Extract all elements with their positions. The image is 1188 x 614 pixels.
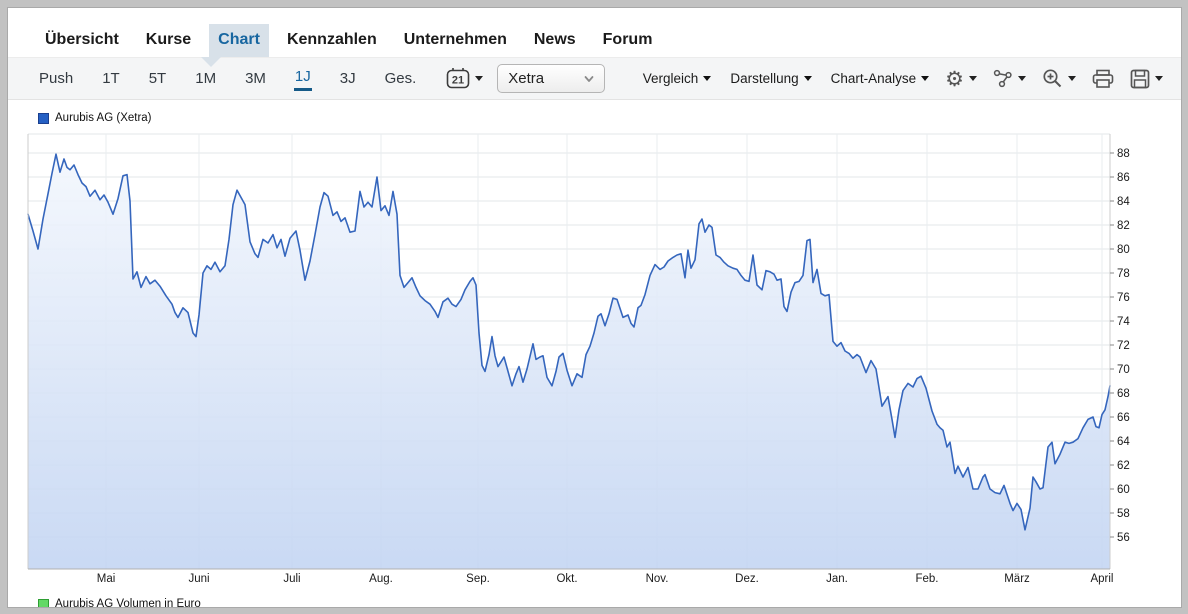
chevron-down-icon	[1155, 76, 1163, 81]
calendar-21-icon: 21	[446, 67, 470, 90]
svg-text:68: 68	[1117, 388, 1130, 400]
svg-text:64: 64	[1117, 436, 1130, 448]
svg-text:60: 60	[1117, 484, 1130, 496]
svg-text:84: 84	[1117, 196, 1130, 208]
svg-text:Juli: Juli	[283, 573, 300, 585]
date-picker-button[interactable]: 21	[446, 67, 483, 90]
tab-forum[interactable]: Forum	[594, 24, 662, 57]
tab-kurse[interactable]: Kurse	[137, 24, 200, 57]
chevron-down-icon	[1018, 76, 1026, 81]
chevron-down-icon	[582, 72, 596, 86]
save-button[interactable]	[1130, 69, 1163, 89]
tab-uebersicht[interactable]: Übersicht	[36, 24, 128, 57]
menu-chart-analyse[interactable]: Chart-Analyse	[831, 71, 930, 86]
svg-text:82: 82	[1117, 220, 1130, 232]
chevron-down-icon	[1068, 76, 1076, 81]
svg-text:März: März	[1004, 573, 1030, 585]
zoom-in-icon	[1042, 68, 1063, 89]
svg-text:Mai: Mai	[97, 573, 116, 585]
chevron-down-icon	[969, 76, 977, 81]
range-1t[interactable]: 1T	[101, 68, 121, 89]
svg-text:70: 70	[1117, 364, 1130, 376]
chart-toolbar: Push 1T 5T 1M 3M 1J 3J Ges. 21 Xetra Ver…	[8, 57, 1181, 100]
volume-legend-label: Aurubis AG Volumen in Euro	[55, 598, 201, 608]
tab-kennzahlen[interactable]: Kennzahlen	[278, 24, 386, 57]
tab-news[interactable]: News	[525, 24, 585, 57]
volume-legend[interactable]: Aurubis AG Volumen in Euro	[8, 593, 1181, 608]
svg-text:Dez.: Dez.	[735, 573, 759, 585]
save-icon	[1130, 69, 1150, 89]
svg-text:April: April	[1090, 573, 1113, 585]
chevron-down-icon	[703, 76, 711, 81]
svg-text:86: 86	[1117, 172, 1130, 184]
range-push[interactable]: Push	[38, 68, 74, 89]
chevron-down-icon	[475, 76, 483, 81]
svg-text:62: 62	[1117, 460, 1130, 472]
content-window: Übersicht Kurse Chart Kennzahlen Unterne…	[7, 7, 1182, 608]
range-5t[interactable]: 5T	[148, 68, 168, 89]
active-tab-pointer	[201, 57, 221, 67]
svg-text:21: 21	[452, 75, 464, 87]
svg-text:76: 76	[1117, 292, 1130, 304]
chevron-down-icon	[804, 76, 812, 81]
svg-text:Nov.: Nov.	[646, 573, 669, 585]
svg-text:72: 72	[1117, 340, 1130, 352]
svg-text:Sep.: Sep.	[466, 573, 490, 585]
svg-text:88: 88	[1117, 148, 1130, 160]
svg-text:58: 58	[1117, 508, 1130, 520]
svg-text:Feb.: Feb.	[915, 573, 938, 585]
main-nav: Übersicht Kurse Chart Kennzahlen Unterne…	[8, 8, 1181, 57]
svg-text:66: 66	[1117, 412, 1130, 424]
menu-darstellung[interactable]: Darstellung	[730, 71, 811, 86]
toolbar-icon-group: ⚙	[929, 68, 1163, 89]
svg-text:Aug.: Aug.	[369, 573, 393, 585]
price-chart[interactable]: 88 86 84 82 80 78 76 74 72 70 68 66 64 62 60 58 56 Mai Jun…	[8, 128, 1180, 588]
svg-text:Juni: Juni	[188, 573, 209, 585]
print-button[interactable]	[1092, 69, 1114, 89]
settings-button[interactable]: ⚙	[945, 69, 977, 89]
chevron-down-icon	[921, 76, 929, 81]
svg-text:74: 74	[1117, 316, 1130, 328]
price-legend-swatch	[38, 113, 49, 124]
tab-unternehmen[interactable]: Unternehmen	[395, 24, 516, 57]
exchange-select[interactable]: Xetra	[497, 64, 604, 93]
svg-text:Okt.: Okt.	[556, 573, 577, 585]
indicators-icon	[993, 69, 1013, 88]
svg-text:80: 80	[1117, 244, 1130, 256]
indicators-button[interactable]	[993, 69, 1026, 88]
range-3m[interactable]: 3M	[244, 68, 267, 89]
svg-text:Jan.: Jan.	[826, 573, 848, 585]
menu-vergleich[interactable]: Vergleich	[643, 71, 712, 86]
range-ges[interactable]: Ges.	[384, 68, 418, 89]
exchange-select-value: Xetra	[508, 70, 544, 87]
price-legend[interactable]: Aurubis AG (Xetra)	[8, 100, 1181, 128]
volume-legend-swatch	[38, 599, 49, 609]
price-legend-label: Aurubis AG (Xetra)	[55, 112, 152, 124]
svg-text:78: 78	[1117, 268, 1130, 280]
zoom-button[interactable]	[1042, 68, 1076, 89]
range-3j[interactable]: 3J	[339, 68, 357, 89]
print-icon	[1092, 69, 1114, 89]
range-1j[interactable]: 1J	[294, 66, 312, 91]
range-1m[interactable]: 1M	[194, 68, 217, 89]
svg-text:56: 56	[1117, 532, 1130, 544]
gear-icon: ⚙	[945, 69, 964, 89]
tab-chart[interactable]: Chart	[209, 24, 269, 57]
